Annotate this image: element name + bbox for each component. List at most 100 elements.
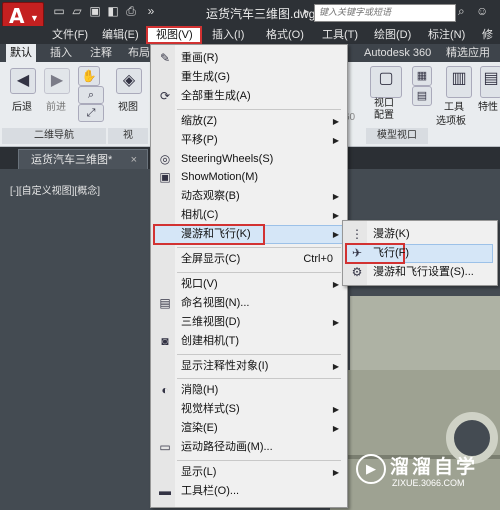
chevron-right-icon: ▶ [332, 211, 339, 221]
chevron-right-icon: ▸ [304, 6, 309, 16]
menu-item-label: 命名视图(N)... [181, 296, 250, 309]
menu-item-label: 相机(C) [181, 209, 219, 222]
close-icon[interactable]: × [131, 150, 137, 170]
panel-view: 视 [108, 128, 148, 144]
menu-item-重画[interactable]: ✎ 重画(R) [151, 49, 347, 68]
menu-item-工具栏[interactable]: ▬ 工具栏(O)... [151, 482, 347, 501]
menu-modify[interactable]: 修 [482, 26, 493, 44]
chevron-right-icon: ▶ [332, 317, 339, 327]
menu-item-渲染[interactable]: 渲染(E) ▶ [151, 419, 347, 438]
autocad-logo-icon: A [9, 4, 25, 28]
menu-item-label: 缩放(Z) [181, 114, 218, 127]
menu-draw[interactable]: 绘图(D) [374, 26, 411, 44]
search-input[interactable] [315, 5, 449, 19]
menu-item-缩放[interactable]: 缩放(Z) ▶ [151, 112, 347, 131]
search-box[interactable] [314, 4, 456, 22]
save-as-icon[interactable]: ◧ [106, 4, 120, 18]
menu-file[interactable]: 文件(F) [52, 26, 88, 44]
menu-separator [177, 460, 341, 461]
menu-item-消隐[interactable]: ◐ 消隐(H) [151, 381, 347, 400]
menu-item-创建相机[interactable]: ◙ 创建相机(T) [151, 332, 347, 351]
open-icon[interactable]: ▱ [70, 4, 84, 18]
layout-tool-icon[interactable]: ▤ [412, 86, 432, 106]
back-icon[interactable]: ◀ [10, 68, 36, 94]
menu-item-label: 重生成(G) [181, 70, 230, 83]
menu-separator [177, 353, 341, 355]
document-tab-label: 运货汽车三维图* [31, 154, 113, 166]
menu-separator [177, 271, 341, 273]
forward-icon[interactable]: ▶ [44, 68, 70, 94]
menu-item-显示注释性对象[interactable]: 显示注释性对象(I) ▶ [151, 357, 347, 376]
menu-item-全屏显示[interactable]: 全屏显示(C) Ctrl+0 [151, 250, 347, 269]
menu-view[interactable]: 视图(V) [156, 26, 193, 44]
menu-item-全部重生成[interactable]: ⟳ 全部重生成(A) [151, 87, 347, 106]
menu-format[interactable]: 格式(O) [266, 26, 304, 44]
viewport-config-label[interactable]: 视口 配置 [374, 98, 394, 122]
menu-item-label: 全部重生成(A) [181, 89, 251, 102]
forward-label: 前进 [46, 102, 66, 113]
menu-insert[interactable]: 插入(I) [212, 26, 244, 44]
new-icon[interactable]: ▭ [52, 4, 66, 18]
menu-item-平移[interactable]: 平移(P) ▶ [151, 131, 347, 150]
menu-item-label: 工具栏(O)... [181, 484, 240, 497]
menu-item-label: 漫游和飞行设置(S)... [373, 266, 474, 278]
toolbar-icon: ▬ [159, 483, 171, 498]
menu-item-重生成[interactable]: 重生成(G) [151, 68, 347, 87]
menu-item-命名视图[interactable]: ▤ 命名视图(N)... [151, 294, 347, 313]
menu-item-显示[interactable]: 显示(L) ▶ [151, 463, 347, 482]
print-icon[interactable]: ⎙ [124, 4, 138, 18]
menu-item-label: 视觉样式(S) [181, 403, 240, 416]
tab-insert[interactable]: 插入 [50, 44, 72, 62]
view-label[interactable]: 视图 [118, 98, 138, 113]
menu-item-label: 漫游和飞行(K) [181, 228, 251, 241]
menu-item-视觉样式[interactable]: 视觉样式(S) ▶ [151, 400, 347, 419]
options-panel-label[interactable]: 选项板 [436, 112, 466, 127]
menu-item-三维视图[interactable]: 三维视图(D) ▶ [151, 313, 347, 332]
menu-dimension[interactable]: 标注(N) [428, 26, 465, 44]
zoom-icon[interactable]: ⌕ [78, 86, 104, 104]
tab-layout[interactable]: 布局 [128, 44, 150, 62]
more-icon[interactable]: » [144, 4, 158, 18]
tab-autodesk-360[interactable]: Autodesk 360 [364, 44, 431, 62]
viewport-controls-label[interactable]: [-][自定义视图][概念] [10, 182, 100, 197]
grid-tool-icon[interactable]: ▦ [412, 66, 432, 86]
pan-hand-icon[interactable]: ✋ [78, 66, 100, 86]
menu-item-label: 全屏显示(C) [181, 253, 241, 265]
menu-item-label: 显示(L) [181, 466, 217, 478]
fly-icon: ✈ [351, 246, 363, 260]
menu-item-动态观察[interactable]: 动态观察(B) ▶ [151, 187, 347, 206]
menu-item-漫游和飞行设置[interactable]: ⚙ 漫游和飞行设置(S)... [343, 263, 497, 282]
menu-edit[interactable]: 编辑(E) [102, 26, 139, 44]
menu-item-飞行[interactable]: ✈ 飞行(F) [343, 244, 497, 263]
tab-default[interactable]: 默认 [6, 44, 36, 62]
menu-tools[interactable]: 工具(T) [322, 26, 358, 44]
view-cube-icon[interactable]: ◈ [116, 68, 142, 94]
menu-separator [177, 247, 341, 248]
menu-separator [177, 378, 341, 380]
tools-icon[interactable]: ▥ [446, 66, 472, 98]
tools-label[interactable]: 工具 [444, 98, 464, 113]
menu-item-漫游[interactable]: ⋮ 漫游(K) [343, 225, 497, 244]
viewport-config-icon[interactable]: ▢ [370, 66, 402, 98]
menu-item-label: 显示注释性对象(I) [181, 359, 269, 372]
menu-item-漫游和飞行[interactable]: 漫游和飞行(K) ▶ [151, 225, 347, 244]
save-icon[interactable]: ▣ [88, 4, 102, 18]
menu-item-steeringwheels[interactable]: ◎ SteeringWheels(S) [151, 150, 347, 169]
tab-annotate[interactable]: 注释 [90, 44, 112, 62]
user-icon[interactable]: ☺ [476, 4, 488, 18]
chevron-right-icon: ▶ [332, 405, 339, 415]
properties-label[interactable]: 特性 [478, 98, 498, 113]
chevron-right-icon: ▶ [332, 361, 339, 371]
menu-item-相机[interactable]: 相机(C) ▶ [151, 206, 347, 225]
menu-item-运动路径动画[interactable]: ▭ 运动路径动画(M)... [151, 438, 347, 457]
zoom-extents-icon[interactable]: ⤢ [78, 104, 104, 122]
chevron-right-icon: ▶ [332, 192, 339, 202]
pencil-icon: ✎ [159, 51, 171, 65]
binoculars-icon[interactable]: ⌕ [458, 4, 465, 19]
document-tab[interactable]: 运货汽车三维图* × [18, 149, 148, 169]
menu-item-视口[interactable]: 视口(V) ▶ [151, 275, 347, 294]
tab-featured-apps[interactable]: 精选应用 [446, 44, 490, 62]
properties-icon[interactable]: ▤ [480, 66, 500, 98]
menu-item-showmotion[interactable]: ▣ ShowMotion(M) [151, 168, 347, 187]
chevron-down-icon: ▼ [30, 13, 39, 23]
